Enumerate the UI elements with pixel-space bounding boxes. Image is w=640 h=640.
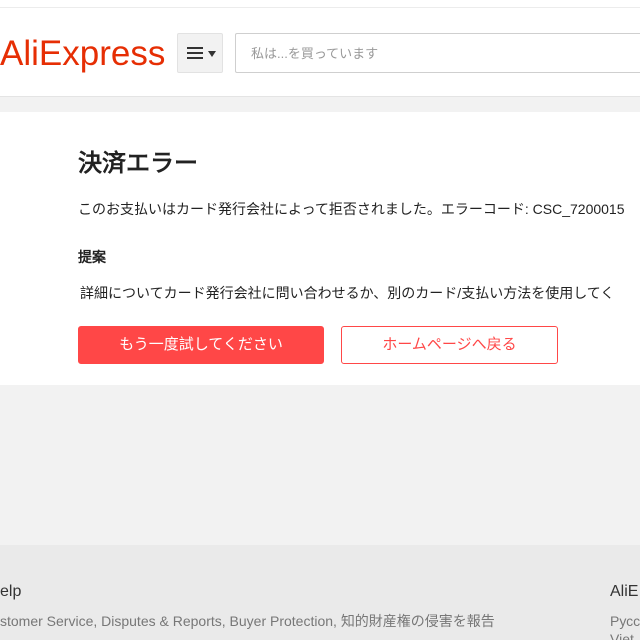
hamburger-menu-icon <box>187 47 203 59</box>
category-menu-button[interactable] <box>177 33 223 73</box>
link-separator: , <box>221 613 230 629</box>
footer-sites-heading: AliE <box>610 583 639 600</box>
suggestion-heading: 提案 <box>78 249 106 265</box>
search-input[interactable] <box>235 33 640 73</box>
footer-link-disputes-reports[interactable]: Disputes & Reports <box>101 613 222 629</box>
hamburger-line <box>187 57 203 59</box>
footer-link-buyer-protection[interactable]: Buyer Protection <box>230 613 334 629</box>
aliexpress-logo[interactable]: AliExpress <box>0 34 165 74</box>
link-separator: , <box>93 613 102 629</box>
site-header: AliExpress <box>0 0 640 97</box>
retry-button[interactable]: もう一度試してください <box>78 326 324 364</box>
back-to-home-button[interactable]: ホームページへ戻る <box>341 326 558 364</box>
page-title: 決済エラー <box>78 150 198 177</box>
footer-language-link[interactable]: Русс <box>610 612 640 630</box>
hamburger-line <box>187 52 203 54</box>
footer-help-links: stomer Service, Disputes & Reports, Buye… <box>0 612 600 630</box>
footer-language-link[interactable]: Viet <box>610 630 640 640</box>
site-footer: elp stomer Service, Disputes & Reports, … <box>0 545 640 640</box>
footer-link-customer-service[interactable]: stomer Service <box>0 613 93 629</box>
caret-down-icon <box>208 51 216 57</box>
hamburger-line <box>187 47 203 49</box>
footer-link-report-ip-infringement[interactable]: 知的財産権の侵害を報告 <box>341 613 495 629</box>
error-message: このお支払いはカード発行会社によって拒否されました。エラーコード: CSC_72… <box>78 201 625 217</box>
link-separator: , <box>333 613 341 629</box>
suggestion-text: 詳細についてカード発行会社に問い合わせるか、別のカード/支払い方法を使用してく <box>80 285 615 301</box>
footer-help-heading: elp <box>0 583 22 600</box>
payment-error-panel: 決済エラー このお支払いはカード発行会社によって拒否されました。エラーコード: … <box>0 112 640 385</box>
